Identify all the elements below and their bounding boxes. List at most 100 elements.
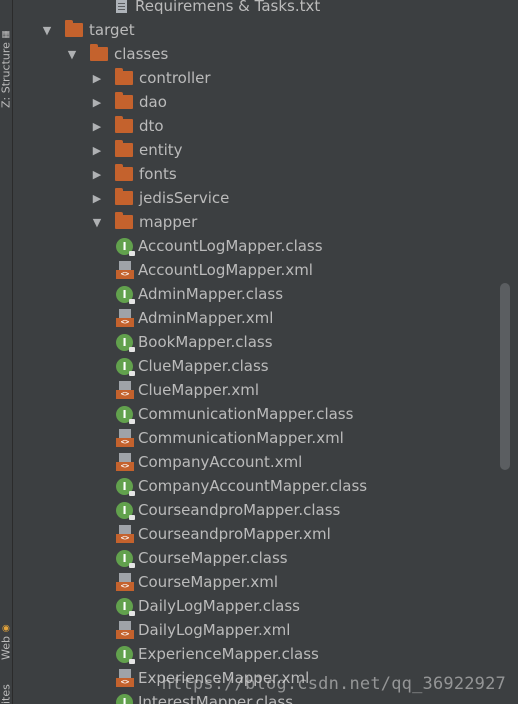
tree-file-row[interactable]: I DailyLogMapper.class — [13, 594, 518, 618]
tree-folder-row[interactable]: ▶ dto — [13, 114, 518, 138]
java-class-icon: I — [116, 237, 135, 256]
structure-tab[interactable]: Z: Structure ▦ — [0, 8, 13, 108]
interface-letter-glyph: I — [122, 503, 127, 517]
java-class-icon: I — [116, 693, 133, 704]
java-class-icon: I — [116, 645, 135, 664]
xml-tag-icon: <> — [116, 678, 134, 687]
expand-arrow-right-icon[interactable]: ▶ — [91, 72, 103, 85]
tree-file-row[interactable]: <> CourseMapper.xml — [13, 570, 518, 594]
tree-file-row[interactable]: <> CommunicationMapper.xml — [13, 426, 518, 450]
folder-icon — [115, 68, 133, 85]
expand-arrow-down-icon[interactable]: ▼ — [66, 48, 78, 61]
lock-icon — [129, 490, 135, 496]
tree-file-row[interactable]: <> CompanyAccount.xml — [13, 450, 518, 474]
xml-file-icon: <> — [116, 669, 134, 687]
xml-tag-icon: <> — [116, 462, 134, 471]
structure-icon: ▦ — [1, 29, 11, 40]
tree-item-label: ClueMapper.class — [138, 357, 269, 375]
tree-folder-row[interactable]: ▶ dao — [13, 90, 518, 114]
interface-letter-glyph: I — [122, 359, 127, 373]
interface-letter-glyph: I — [122, 695, 127, 704]
tree-item-label: DailyLogMapper.class — [138, 597, 300, 615]
tree-item-label: ClueMapper.xml — [138, 381, 259, 399]
expand-arrow-down-icon[interactable]: ▼ — [41, 24, 53, 37]
tree-folder-row[interactable]: ▼ mapper — [13, 210, 518, 234]
interface-letter-glyph: I — [122, 599, 127, 613]
tree-item-label: AdminMapper.xml — [138, 309, 274, 327]
tree-folder-row[interactable]: ▶ entity — [13, 138, 518, 162]
watermark: https://blog.csdn.net/qq_36922927 — [161, 674, 506, 694]
tree-file-row[interactable]: I CommunicationMapper.class — [13, 402, 518, 426]
tree-item-label: InterestMapper.class — [138, 693, 294, 704]
web-tab[interactable]: Web ◉ — [0, 600, 13, 660]
interface-letter-glyph: I — [122, 407, 127, 421]
tree-file-row[interactable]: I AccountLogMapper.class — [13, 234, 518, 258]
lock-icon — [129, 658, 135, 664]
tree-item-label: mapper — [139, 213, 198, 231]
tool-window-strip: Z: Structure ▦ Web ◉ ites — [0, 0, 13, 704]
lock-icon — [129, 514, 135, 520]
tree-item-label: jedisService — [139, 189, 230, 207]
tree-item-label: ExperienceMapper.class — [138, 645, 319, 663]
project-tree[interactable]: Requiremens & Tasks.txt ▼ target ▼ classes ▶ c… — [13, 0, 518, 704]
lock-icon — [129, 298, 135, 304]
java-class-icon: I — [116, 357, 135, 376]
tree-file-row[interactable]: <> ClueMapper.xml — [13, 378, 518, 402]
xml-file-icon: <> — [116, 429, 134, 447]
tree-file-row[interactable]: I CompanyAccountMapper.class — [13, 474, 518, 498]
java-class-icon: I — [116, 549, 135, 568]
expand-arrow-right-icon[interactable]: ▶ — [91, 144, 103, 157]
tree-file-row[interactable]: <> AdminMapper.xml — [13, 306, 518, 330]
tree-item-label: AccountLogMapper.class — [138, 237, 323, 255]
tree-folder-row[interactable]: ▶ fonts — [13, 162, 518, 186]
tree-file-row[interactable]: <> AccountLogMapper.xml — [13, 258, 518, 282]
expand-arrow-right-icon[interactable]: ▶ — [91, 96, 103, 109]
web-icon: ◉ — [1, 623, 11, 634]
expand-arrow-right-icon[interactable]: ▶ — [91, 192, 103, 205]
folder-icon — [115, 212, 133, 229]
tree-file-row[interactable]: I ClueMapper.class — [13, 354, 518, 378]
tree-item-label: controller — [139, 69, 211, 87]
tree-folder-row[interactable]: ▼ target — [13, 18, 518, 42]
java-class-icon: I — [116, 501, 135, 520]
tree-file-row[interactable]: I BookMapper.class — [13, 330, 518, 354]
favorites-tab[interactable]: ites — [0, 678, 13, 704]
java-class-icon: I — [116, 477, 135, 496]
tree-folder-row[interactable]: ▶ controller — [13, 66, 518, 90]
lock-icon — [129, 562, 135, 568]
tree-file-row[interactable]: <> CourseandproMapper.xml — [13, 522, 518, 546]
xml-file-icon: <> — [116, 453, 134, 471]
interface-letter-glyph: I — [122, 239, 127, 253]
folder-icon — [65, 20, 83, 37]
folder-icon — [115, 116, 133, 133]
tree-item-label: entity — [139, 141, 183, 159]
tree-file-row[interactable]: I CourseandproMapper.class — [13, 498, 518, 522]
tree-item-label: CompanyAccountMapper.class — [138, 477, 368, 495]
folder-icon — [115, 164, 133, 181]
tree-item-label: dao — [139, 93, 167, 111]
vertical-scrollbar-thumb[interactable] — [500, 283, 510, 470]
xml-file-icon: <> — [116, 621, 134, 639]
tree-file-row[interactable]: I ExperienceMapper.class — [13, 642, 518, 666]
expand-arrow-down-icon[interactable]: ▼ — [91, 216, 103, 229]
lock-icon — [129, 346, 135, 352]
xml-file-icon: <> — [116, 381, 134, 399]
xml-tag-icon: <> — [116, 318, 134, 327]
interface-letter-glyph: I — [122, 647, 127, 661]
tree-item-label: Requiremens & Tasks.txt — [135, 0, 321, 15]
tree-folder-row[interactable]: ▼ classes — [13, 42, 518, 66]
xml-file-icon: <> — [116, 309, 134, 327]
tree-file-row[interactable]: <> DailyLogMapper.xml — [13, 618, 518, 642]
tree-file-row[interactable]: Requiremens & Tasks.txt — [13, 0, 518, 18]
tree-file-row[interactable]: I AdminMapper.class — [13, 282, 518, 306]
lock-icon — [129, 370, 135, 376]
folder-icon — [115, 140, 133, 157]
tree-item-label: CourseMapper.xml — [138, 573, 278, 591]
expand-arrow-right-icon[interactable]: ▶ — [91, 120, 103, 133]
tree-item-label: AdminMapper.class — [138, 285, 284, 303]
tree-file-row[interactable]: I CourseMapper.class — [13, 546, 518, 570]
expand-arrow-right-icon[interactable]: ▶ — [91, 168, 103, 181]
tree-item-label: CommunicationMapper.xml — [138, 429, 344, 447]
interface-letter-glyph: I — [122, 287, 127, 301]
tree-folder-row[interactable]: ▶ jedisService — [13, 186, 518, 210]
